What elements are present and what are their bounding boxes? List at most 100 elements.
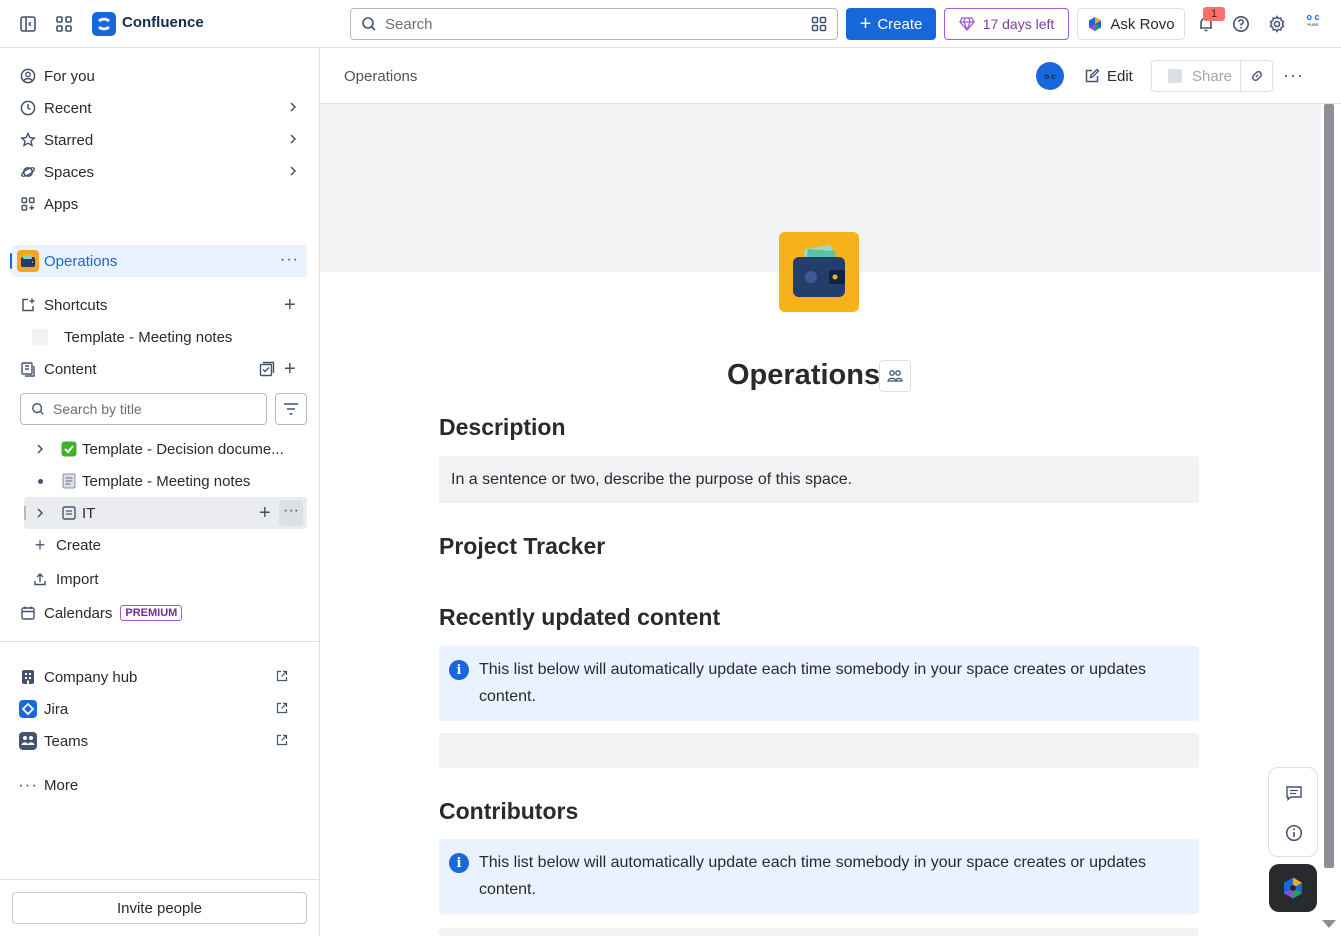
clock-icon <box>12 100 44 116</box>
drag-handle[interactable] <box>24 506 26 520</box>
sidebar-divider <box>0 641 319 642</box>
search-icon <box>361 16 377 32</box>
sidebar-toggle-icon[interactable] <box>16 12 40 36</box>
search-placeholder: Search <box>385 15 433 33</box>
content-icon <box>12 361 44 377</box>
teams-icon <box>12 732 44 750</box>
invite-people-button[interactable]: Invite people <box>12 892 307 924</box>
copy-link-icon[interactable] <box>1240 61 1272 91</box>
tree-item-label: IT <box>82 504 96 522</box>
plus-icon: + <box>34 534 46 555</box>
sidebar-item-for-you[interactable]: For you <box>12 60 308 92</box>
shortcut-icon <box>12 297 44 313</box>
gem-icon <box>958 17 975 31</box>
edit-label: Edit <box>1107 67 1133 85</box>
create-page-link[interactable]: + Create <box>24 529 307 561</box>
rovo-icon <box>1087 16 1103 32</box>
search-filter-icon[interactable] <box>811 16 827 32</box>
add-child-icon[interactable]: + <box>259 503 271 523</box>
breadcrumb[interactable]: Operations <box>344 68 417 85</box>
page-more-icon[interactable]: ··· <box>1283 66 1304 84</box>
details-info-icon[interactable] <box>1283 822 1305 844</box>
bullet-icon <box>24 478 56 484</box>
create-button-label: Create <box>877 15 923 33</box>
chevron-right-icon[interactable] <box>24 443 56 455</box>
content-select-icon[interactable] <box>259 361 275 377</box>
info-panel-recent: i This list below will automatically upd… <box>439 646 1199 721</box>
sidebar-link-company-hub[interactable]: Company hub <box>12 661 308 693</box>
contributors-heading: Contributors <box>439 798 579 824</box>
chevron-right-icon <box>288 132 298 149</box>
external-link-icon <box>276 669 288 686</box>
sidebar-item-recent[interactable]: Recent <box>12 92 308 124</box>
sidebar-more[interactable]: ··· More <box>12 769 308 801</box>
info-panel-text: This list below will automatically updat… <box>479 661 1146 705</box>
app-switcher-icon[interactable] <box>52 12 76 36</box>
calendars-label: Calendars <box>44 604 113 622</box>
sidebar-space-operations[interactable]: Operations ··· <box>10 245 307 277</box>
page-header-bar: Operations o c Edit Share ··· <box>320 48 1341 104</box>
info-icon: i <box>449 853 469 873</box>
comments-icon[interactable] <box>1283 782 1305 804</box>
sidebar-link-jira[interactable]: Jira <box>12 693 308 725</box>
ask-rovo-button[interactable]: Ask Rovo <box>1077 8 1185 40</box>
sidebar-calendars[interactable]: Calendars PREMIUM <box>12 597 308 629</box>
wallet-icon <box>17 250 39 272</box>
sidebar-item-starred[interactable]: Starred <box>12 124 308 156</box>
tree-item-label: Template - Decision docume... <box>82 440 284 458</box>
rovo-chat-button[interactable] <box>1269 864 1317 912</box>
sidebar-link-teams[interactable]: Teams <box>12 725 308 757</box>
add-shortcut-icon[interactable]: + <box>284 295 296 315</box>
owner-avatar[interactable]: o c <box>1036 62 1064 90</box>
share-button[interactable]: Share <box>1151 60 1273 92</box>
main-content: Operations o c Edit Share ··· Operations… <box>320 48 1341 936</box>
scroll-down-arrow-icon[interactable] <box>1322 920 1336 928</box>
more-label: More <box>44 776 79 794</box>
tree-item-decision[interactable]: Template - Decision docume... <box>24 433 307 465</box>
notification-count-badge: 1 <box>1203 7 1225 21</box>
add-content-icon[interactable]: + <box>284 359 296 379</box>
search-input[interactable]: Search <box>350 8 838 40</box>
chevron-right-icon[interactable] <box>24 507 56 519</box>
pencil-icon <box>1084 68 1100 84</box>
page-scrollbar[interactable] <box>1322 104 1334 924</box>
search-by-title-input[interactable]: Search by title <box>20 393 267 425</box>
rovo-icon <box>1281 876 1305 900</box>
tree-item-label: Template - Meeting notes <box>82 472 251 490</box>
help-icon[interactable] <box>1229 12 1253 36</box>
apps-icon <box>12 196 44 212</box>
external-link-icon <box>276 701 288 718</box>
sidebar-footer-divider <box>0 879 319 880</box>
tree-item-more-icon[interactable]: ··· <box>279 500 303 526</box>
user-avatar[interactable]: o c PURE <box>1300 12 1326 36</box>
import-icon <box>24 572 56 586</box>
create-button[interactable]: + Create <box>846 8 936 40</box>
info-icon: i <box>449 660 469 680</box>
app-name[interactable]: Confluence <box>122 14 204 31</box>
trial-label: 17 days left <box>982 16 1055 32</box>
edit-button[interactable]: Edit <box>1084 60 1133 92</box>
settings-gear-icon[interactable] <box>1265 12 1289 36</box>
tree-item-meeting-notes[interactable]: Template - Meeting notes <box>24 465 307 497</box>
filter-button[interactable] <box>275 393 307 425</box>
premium-badge: PREMIUM <box>120 605 183 621</box>
confluence-logo-icon[interactable] <box>92 12 116 36</box>
tree-item-it[interactable]: IT + ··· <box>24 497 307 529</box>
sidebar-item-label: Apps <box>44 195 79 213</box>
people-icon[interactable] <box>879 360 911 392</box>
avatar-subtext: PURE <box>1307 22 1319 27</box>
sidebar-item-spaces[interactable]: Spaces <box>12 156 308 188</box>
avatar-initials: o c <box>1306 12 1320 22</box>
scrollbar-thumb[interactable] <box>1324 104 1334 868</box>
sidebar-item-apps[interactable]: Apps <box>12 188 308 220</box>
sidebar-shortcuts[interactable]: Shortcuts <box>12 289 308 321</box>
space-more-icon[interactable]: ··· <box>280 251 299 269</box>
import-link[interactable]: Import <box>24 563 307 595</box>
top-navigation: Confluence Search + Create 17 days left … <box>0 0 1341 48</box>
ask-rovo-label: Ask Rovo <box>1110 15 1175 33</box>
shortcut-item[interactable]: Template - Meeting notes <box>24 321 307 353</box>
planet-icon <box>12 164 44 180</box>
recently-updated-heading: Recently updated content <box>439 604 721 630</box>
trial-button[interactable]: 17 days left <box>944 8 1069 40</box>
space-name: Operations <box>44 252 118 270</box>
